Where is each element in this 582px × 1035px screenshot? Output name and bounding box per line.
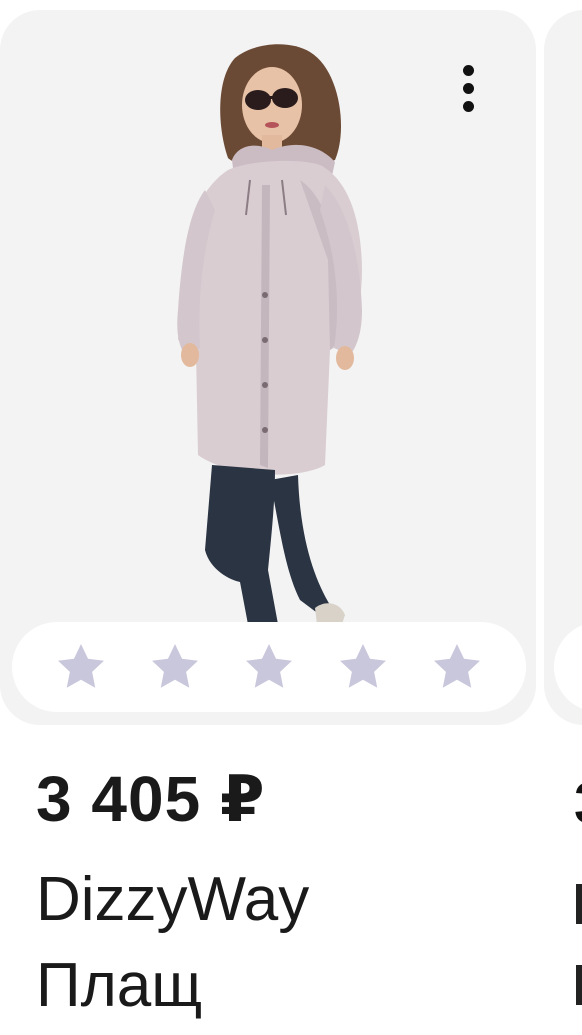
rating-stars[interactable]: [12, 622, 526, 712]
more-vertical-icon: [462, 100, 474, 112]
next-rating-pill: [554, 622, 582, 712]
next-product-brand: [576, 884, 582, 924]
product-feed: 3 3 405 ₽ DizzyWay Плащ: [0, 0, 582, 1035]
next-product-name: [576, 965, 582, 1005]
product-price: 3 405 ₽: [36, 763, 266, 835]
next-product-price: 3: [574, 770, 582, 830]
star-icon[interactable]: [428, 638, 486, 696]
product-name[interactable]: Плащ: [36, 950, 202, 1021]
more-options-button[interactable]: [446, 48, 490, 128]
star-icon[interactable]: [240, 638, 298, 696]
product-card-image[interactable]: [0, 10, 536, 725]
star-icon[interactable]: [146, 638, 204, 696]
star-icon[interactable]: [52, 638, 110, 696]
more-vertical-icon: [462, 82, 474, 94]
more-vertical-icon: [462, 64, 474, 76]
next-product-card[interactable]: [544, 10, 582, 725]
product-brand[interactable]: DizzyWay: [36, 864, 309, 935]
star-icon[interactable]: [334, 638, 392, 696]
